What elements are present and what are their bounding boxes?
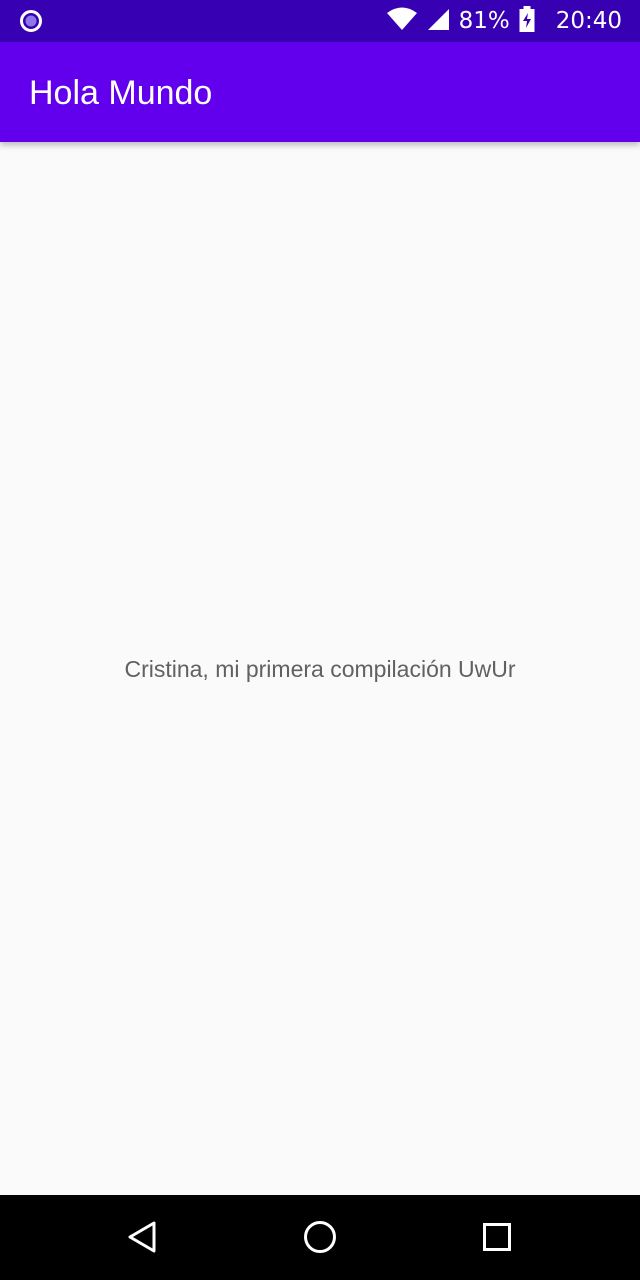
cellular-signal-icon bbox=[426, 7, 451, 36]
clock: 20:40 bbox=[555, 8, 622, 34]
screen: 81% 20:40 Hola Mundo Cristina, mi primer… bbox=[0, 0, 640, 1280]
message-text: Cristina, mi primera compilación UwUr bbox=[124, 656, 516, 682]
back-button[interactable] bbox=[114, 1210, 170, 1266]
home-button[interactable] bbox=[292, 1210, 348, 1266]
status-indicators: 81% 20:40 bbox=[386, 0, 622, 42]
navigation-bar bbox=[0, 1195, 640, 1280]
wifi-icon bbox=[386, 6, 418, 36]
main-content: Cristina, mi primera compilación UwUr bbox=[0, 142, 640, 1195]
circle-notification-icon bbox=[20, 10, 42, 32]
recents-button[interactable] bbox=[469, 1210, 525, 1266]
battery-charging-icon bbox=[518, 5, 536, 37]
battery-percent: 81% bbox=[458, 8, 510, 34]
recents-square-icon bbox=[480, 1220, 514, 1257]
app-bar: Hola Mundo bbox=[0, 42, 640, 142]
home-circle-icon bbox=[302, 1219, 338, 1258]
back-triangle-icon bbox=[125, 1219, 159, 1258]
app-title: Hola Mundo bbox=[29, 74, 213, 112]
status-bar: 81% 20:40 bbox=[0, 0, 640, 42]
